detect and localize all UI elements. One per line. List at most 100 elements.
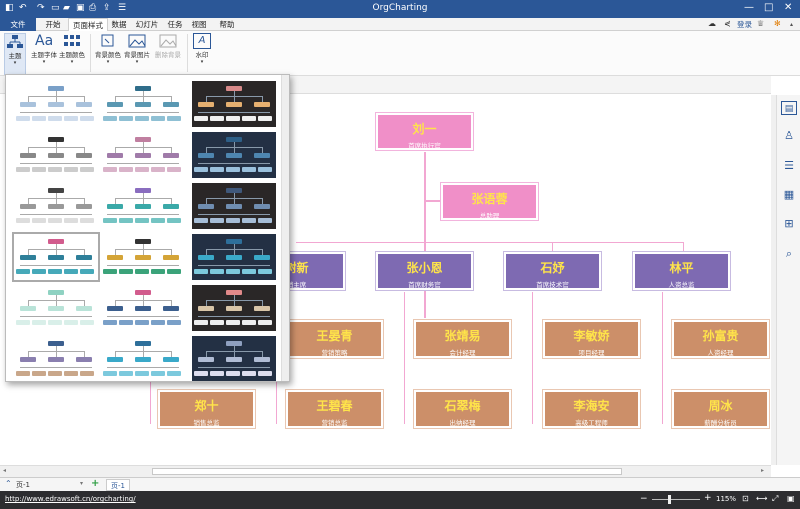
org-node-manager[interactable]: 张小恩 首席财务官 — [375, 251, 474, 291]
zoom-slider-track[interactable] — [652, 499, 700, 500]
profile-card-icon[interactable]: ▤ — [781, 101, 797, 115]
scroll-right-icon[interactable]: ▸ — [761, 467, 764, 474]
org-node-staff[interactable]: 李海安 高级工程师 — [542, 389, 641, 429]
org-node-staff[interactable]: 张靖易 会计经理 — [413, 319, 512, 359]
theme-thumbnail[interactable] — [101, 234, 185, 280]
connector — [532, 292, 533, 424]
cloud-icon[interactable]: ☁ — [708, 19, 716, 28]
options-icon[interactable]: ✻ — [774, 19, 781, 28]
theme-color-button[interactable]: 主题颜色 ▾ — [58, 33, 86, 65]
thumb-box — [48, 320, 62, 325]
tshirt-icon[interactable]: ♕ — [757, 19, 764, 28]
theme-thumbnail[interactable] — [14, 132, 98, 178]
thumb-box — [242, 371, 256, 376]
org-node-staff[interactable]: 李敏娇 项目经理 — [542, 319, 641, 359]
scroll-thumb[interactable] — [152, 468, 622, 475]
org-node-staff[interactable]: 郑十 销售总监 — [157, 389, 256, 429]
theme-thumbnail[interactable] — [14, 285, 98, 331]
right-sidebar: ▤ ♙ ☰ ▦ ⊞ ⌕ — [776, 95, 800, 465]
zoom-in-icon[interactable]: + — [704, 493, 712, 503]
thumb-box — [163, 306, 179, 311]
org-node-staff[interactable]: 周冰 薪酬分析员 — [671, 389, 770, 429]
thumb-box — [151, 269, 165, 274]
theme-thumbnail[interactable] — [192, 132, 276, 178]
thumb-box — [32, 320, 46, 325]
menu-data[interactable]: 数据 — [108, 18, 130, 31]
current-page-label[interactable]: 页-1 — [16, 480, 30, 490]
theme-thumbnail[interactable] — [192, 81, 276, 127]
brush-icon[interactable]: ♙ — [781, 129, 797, 143]
login-link[interactable]: 登录 — [737, 19, 752, 30]
theme-thumbnail[interactable] — [101, 132, 185, 178]
theme-label: 主题 — [8, 52, 22, 60]
table-icon[interactable]: ▦ — [781, 188, 797, 202]
thumb-box — [163, 102, 179, 107]
thumb-box — [210, 269, 224, 274]
close-icon[interactable]: ✕ — [784, 2, 792, 13]
org-node-staff[interactable]: 孙富贵 人资经理 — [671, 319, 770, 359]
share-icon[interactable]: ⋞ — [724, 19, 731, 28]
bg-color-button[interactable]: 背景颜色 ▾ — [94, 33, 122, 65]
theme-thumbnail[interactable] — [192, 234, 276, 280]
remove-bg-button[interactable]: 删除背景 — [153, 33, 183, 59]
thumb-box — [76, 306, 92, 311]
theme-thumbnail[interactable] — [192, 285, 276, 331]
menu-page-style[interactable]: 页面样式 — [68, 18, 108, 31]
thumb-box — [135, 306, 151, 311]
menu-tasks[interactable]: 任务 — [164, 18, 186, 31]
minimize-icon[interactable]: — — [744, 2, 754, 13]
node-title: 会计经理 — [449, 349, 476, 357]
org-node-staff[interactable]: 王晏青 营销策略 — [285, 319, 384, 359]
menu-view[interactable]: 视图 — [188, 18, 210, 31]
add-page-icon[interactable]: + — [91, 478, 99, 489]
org-node-manager[interactable]: 林平 人资总监 — [632, 251, 731, 291]
page-menu-icon[interactable]: ⌃ — [5, 479, 12, 488]
bg-image-button[interactable]: 背景图片 ▾ — [123, 33, 151, 65]
theme-thumbnail[interactable] — [14, 183, 98, 229]
fullscreen-icon[interactable]: ⤢ — [772, 494, 778, 504]
search-icon[interactable]: ⌕ — [781, 247, 797, 261]
website-link[interactable]: http://www.edrawsoft.cn/orgcharting/ — [5, 495, 136, 503]
org-node-manager[interactable]: 石妤 首席技术官 — [503, 251, 602, 291]
thumb-box — [76, 153, 92, 158]
fit-page-icon[interactable]: ⊡ — [742, 494, 749, 503]
theme-thumbnail[interactable] — [12, 232, 100, 282]
maximize-icon[interactable]: □ — [764, 2, 773, 13]
horizontal-scrollbar[interactable]: ◂ ▸ — [0, 465, 771, 477]
gallery-scrollbar[interactable] — [281, 75, 289, 381]
theme-button[interactable]: 主题 ▾ — [4, 33, 26, 75]
thumb-box — [258, 116, 272, 121]
theme-thumbnail[interactable] — [101, 285, 185, 331]
theme-thumbnail[interactable] — [14, 336, 98, 381]
menu-slides[interactable]: 幻灯片 — [132, 18, 162, 31]
fit-width-icon[interactable]: ⟷ — [756, 494, 767, 503]
theme-thumbnail[interactable] — [101, 81, 185, 127]
watermark-button[interactable]: A 水印 ▾ — [190, 33, 214, 65]
zoom-out-icon[interactable]: − — [640, 494, 648, 504]
thumb-box — [64, 320, 78, 325]
menu-home[interactable]: 开始 — [40, 18, 66, 31]
org-node-staff[interactable]: 王碧春 营销总监 — [285, 389, 384, 429]
theme-thumbnail[interactable] — [101, 183, 185, 229]
ribbon-collapse-icon[interactable]: ▴ — [790, 21, 793, 28]
thumb-box — [20, 357, 36, 362]
page-tab[interactable]: 页-1 — [106, 479, 130, 491]
theme-thumbnail[interactable] — [14, 81, 98, 127]
menu-file[interactable]: 文件 — [0, 18, 36, 31]
scroll-left-icon[interactable]: ◂ — [3, 467, 6, 474]
org-node-assistant[interactable]: 张语蓉 总助理 — [440, 182, 539, 221]
menu-help[interactable]: 帮助 — [214, 18, 240, 31]
theme-thumbnail[interactable] — [192, 336, 276, 381]
zoom-slider-thumb[interactable] — [668, 495, 671, 504]
theme-font-button[interactable]: Aa 主题字体 ▾ — [30, 33, 58, 65]
list-icon[interactable]: ☰ — [781, 159, 797, 173]
theme-thumbnail[interactable] — [101, 336, 185, 381]
org-node-staff[interactable]: 石翠梅 出纳经理 — [413, 389, 512, 429]
chevron-down-icon[interactable]: ▾ — [80, 480, 83, 487]
theme-thumbnail[interactable] — [192, 183, 276, 229]
org-node-ceo[interactable]: 刘一 首席执行官 — [375, 112, 474, 151]
slideshow-icon[interactable]: ▣ — [787, 494, 795, 503]
tree-icon[interactable]: ⊞ — [781, 217, 797, 231]
title-bar: ◧ ↶ ↷ ▭ ▰ ▣ ⎙ ⇪ ☰ OrgCharting — □ ✕ — [0, 0, 800, 18]
thumb-box — [76, 102, 92, 107]
